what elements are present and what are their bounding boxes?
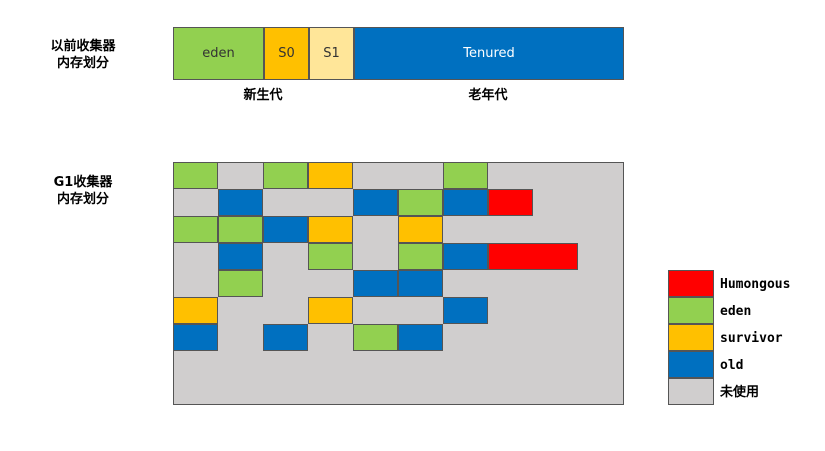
region-eden bbox=[398, 189, 443, 216]
region-eden bbox=[218, 270, 263, 297]
region-eden bbox=[308, 243, 353, 270]
region-old bbox=[443, 297, 488, 324]
legend-swatch-eden bbox=[668, 297, 714, 324]
region-humongous bbox=[488, 243, 578, 270]
old-generation-label: 老年代 bbox=[468, 88, 508, 103]
g1-layout-title: G1收集器 内存划分 bbox=[53, 175, 113, 207]
region-old bbox=[263, 216, 308, 243]
legend-swatch-survivor bbox=[668, 324, 714, 351]
region-survivor bbox=[308, 216, 353, 243]
region-old bbox=[218, 189, 263, 216]
region-old bbox=[398, 324, 443, 351]
region-eden bbox=[173, 216, 218, 243]
legend-label-eden: eden bbox=[720, 304, 752, 319]
region-old bbox=[353, 270, 398, 297]
region-survivor bbox=[308, 162, 353, 189]
legend-label-humongous: Humongous bbox=[720, 277, 791, 292]
young-generation-label: 新生代 bbox=[243, 88, 283, 103]
legend-label-survivor: survivor bbox=[720, 331, 783, 346]
region-eden bbox=[353, 324, 398, 351]
region-eden bbox=[173, 162, 218, 189]
segment-s1: S1 bbox=[309, 27, 354, 80]
region-eden bbox=[263, 162, 308, 189]
region-humongous bbox=[488, 189, 533, 216]
legend-label-unused: 未使用 bbox=[720, 385, 760, 400]
region-old bbox=[353, 189, 398, 216]
region-old bbox=[443, 243, 488, 270]
legend-swatch-old bbox=[668, 351, 714, 378]
region-eden bbox=[218, 216, 263, 243]
region-survivor bbox=[308, 297, 353, 324]
region-old bbox=[263, 324, 308, 351]
region-survivor bbox=[173, 297, 218, 324]
region-eden bbox=[443, 162, 488, 189]
legend-swatch-humongous bbox=[668, 270, 714, 297]
legend-label-old: old bbox=[720, 358, 744, 373]
region-old bbox=[218, 243, 263, 270]
region-old bbox=[398, 270, 443, 297]
segment-eden: eden bbox=[173, 27, 264, 80]
segment-tenured: Tenured bbox=[354, 27, 624, 80]
segment-s0: S0 bbox=[264, 27, 309, 80]
region-old bbox=[173, 324, 218, 351]
region-survivor bbox=[398, 216, 443, 243]
region-eden bbox=[398, 243, 443, 270]
old-layout-title: 以前收集器 内存划分 bbox=[50, 39, 116, 71]
region-old bbox=[443, 189, 488, 216]
legend-swatch-unused bbox=[668, 378, 714, 405]
